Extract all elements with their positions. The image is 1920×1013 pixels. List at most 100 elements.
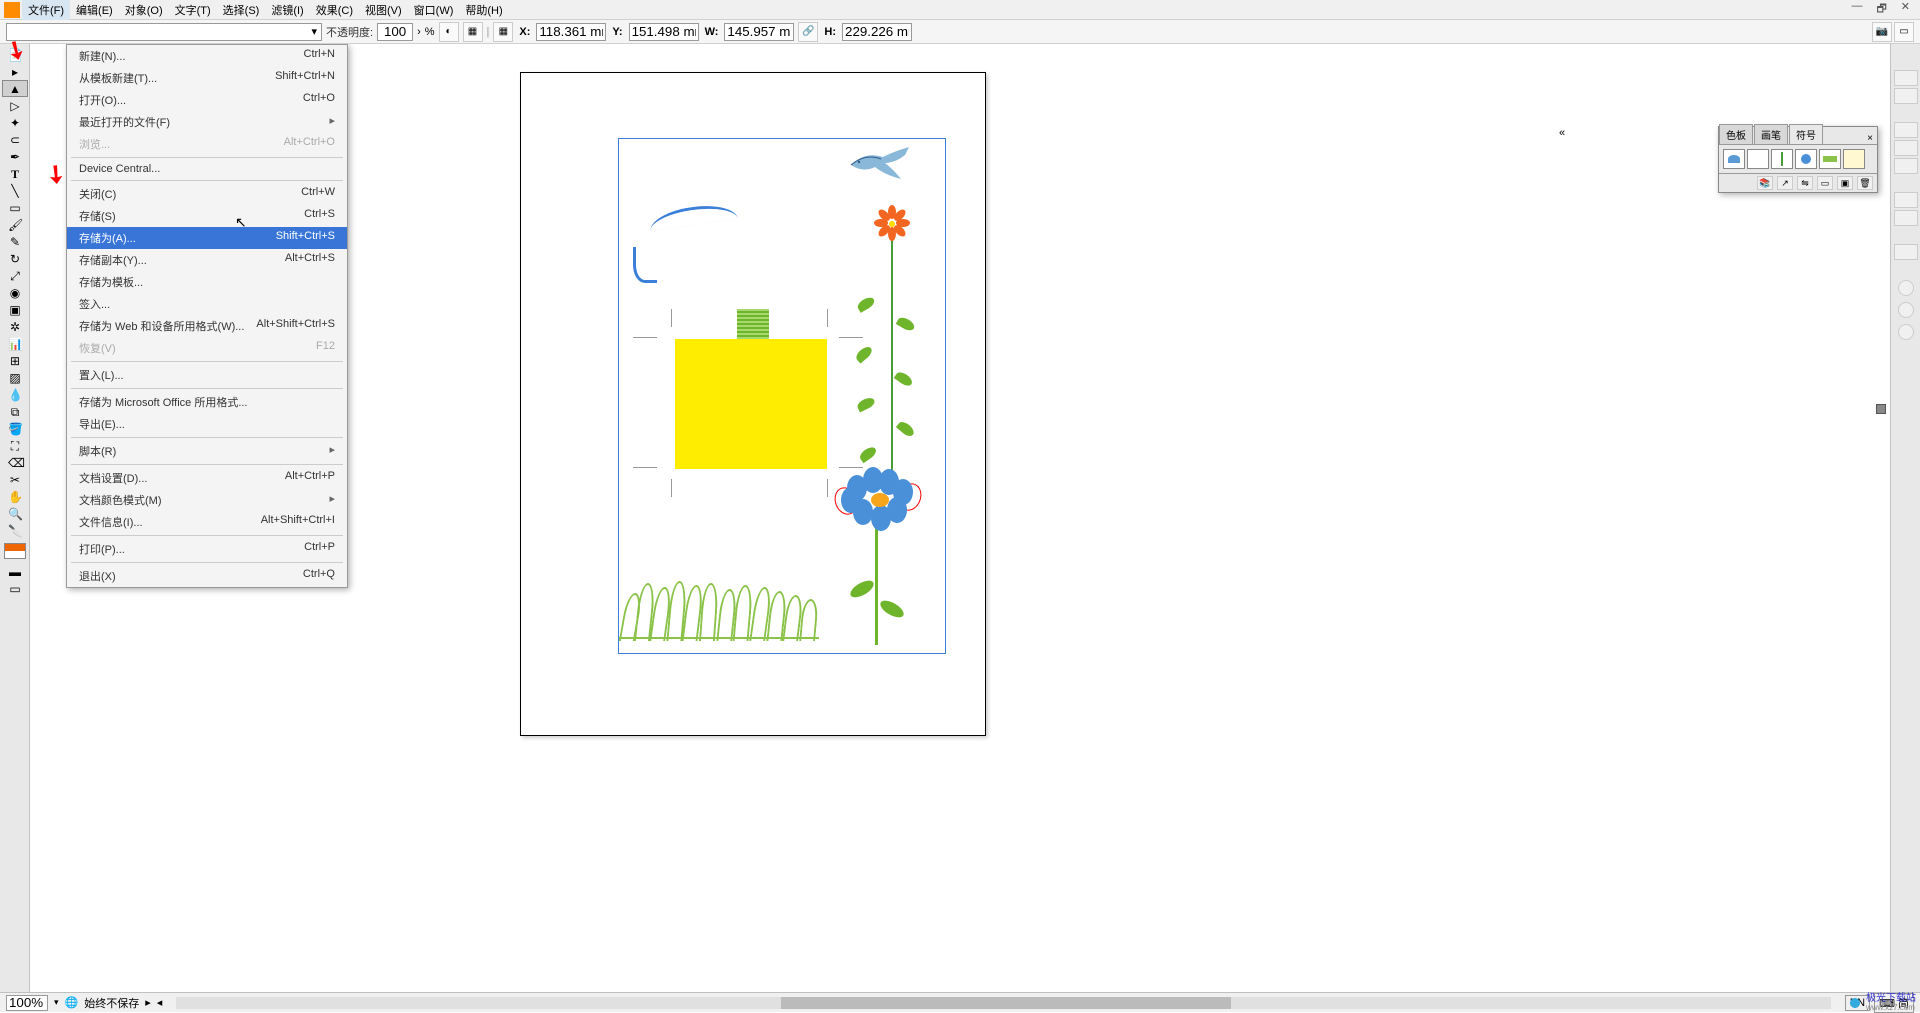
direct-select-tool[interactable]: ▷ — [2, 97, 28, 114]
gradient-tool[interactable]: ▨ — [2, 369, 28, 386]
reference-point-button[interactable]: ▦ — [493, 22, 513, 42]
menu-window[interactable]: 窗口(W) — [408, 0, 460, 20]
panel-icon-appearance[interactable] — [1894, 192, 1918, 208]
panel-icon-color[interactable] — [1894, 70, 1918, 86]
menu-item-13[interactable]: 签入... — [67, 293, 347, 315]
menu-item-3[interactable]: 最近打开的文件(F)▸ — [67, 111, 347, 133]
scale-tool[interactable]: ⤢ — [2, 267, 28, 284]
tab-swatches[interactable]: 色板 — [1719, 124, 1753, 144]
w-input[interactable] — [724, 23, 794, 41]
symbol-thumb-2[interactable] — [1747, 149, 1769, 169]
eraser-tool[interactable]: ⌫ — [2, 454, 28, 471]
type-tool[interactable]: T — [2, 165, 28, 182]
warp-tool[interactable]: ◉ — [2, 284, 28, 301]
h-input[interactable] — [842, 23, 912, 41]
selection-tool[interactable]: ▲ — [2, 80, 28, 97]
doc-icon[interactable]: 📄 — [2, 46, 28, 63]
menu-type[interactable]: 文字(T) — [169, 0, 217, 20]
slice-tool[interactable]: 🔪 — [2, 522, 28, 539]
blend-tool[interactable]: ⧉ — [2, 403, 28, 420]
menu-item-28[interactable]: 打印(P)...Ctrl+P — [67, 538, 347, 560]
symbol-thumb-1[interactable] — [1723, 149, 1745, 169]
line-tool[interactable]: ╲ — [2, 182, 28, 199]
menu-item-10[interactable]: 存储为(A)...Shift+Ctrl+S — [67, 227, 347, 249]
options-button[interactable]: ▭ — [1817, 176, 1833, 190]
menu-item-0[interactable]: 新建(N)...Ctrl+N — [67, 45, 347, 67]
menu-item-14[interactable]: 存储为 Web 和设备所用格式(W)...Alt+Shift+Ctrl+S — [67, 315, 347, 337]
menu-edit[interactable]: 编辑(E) — [70, 0, 119, 20]
go-bridge-button[interactable]: 📷 — [1872, 22, 1892, 42]
panel-icon-guide[interactable] — [1894, 88, 1918, 104]
menu-item-22[interactable]: 脚本(R)▸ — [67, 440, 347, 462]
delete-button[interactable]: 🗑 — [1857, 176, 1873, 190]
place-button[interactable]: ↗ — [1777, 176, 1793, 190]
hand-tool[interactable]: ✋ — [2, 488, 28, 505]
symbol-thumb-3[interactable] — [1771, 149, 1793, 169]
brush-tool[interactable]: 🖌 — [2, 216, 28, 233]
scroll-left-icon[interactable]: ◂ — [157, 996, 163, 1009]
zoom-dropdown-icon[interactable]: ▾ — [54, 997, 59, 1008]
tab-symbols[interactable]: 符号 — [1789, 124, 1823, 144]
screen-mode-icon[interactable]: ▭ — [2, 580, 28, 597]
scroll-handle[interactable] — [1876, 404, 1886, 414]
y-input[interactable] — [629, 23, 699, 41]
menu-item-12[interactable]: 存储为模板... — [67, 271, 347, 293]
panel-icon-transparency[interactable] — [1894, 158, 1918, 174]
menu-item-17[interactable]: 置入(L)... — [67, 364, 347, 386]
menu-item-24[interactable]: 文档设置(D)...Alt+Ctrl+P — [67, 467, 347, 489]
menu-effect[interactable]: 效果(C) — [310, 0, 359, 20]
recolor-button[interactable]: ◐ — [439, 22, 459, 42]
symbol-tool[interactable]: ✲ — [2, 318, 28, 335]
menu-item-9[interactable]: 存储(S)Ctrl+S — [67, 205, 347, 227]
scissors-tool[interactable]: ✂ — [2, 471, 28, 488]
graph-tool[interactable]: 📊 — [2, 335, 28, 352]
panel-close-icon[interactable]: × — [1863, 133, 1877, 144]
doc-status-arrow[interactable]: ▸ — [145, 996, 151, 1009]
menu-item-19[interactable]: 存储为 Microsoft Office 所用格式... — [67, 391, 347, 413]
menu-view[interactable]: 视图(V) — [359, 0, 408, 20]
panel-icon-circle2[interactable] — [1898, 302, 1914, 318]
wand-tool[interactable]: ✦ — [2, 114, 28, 131]
panel-icon-circle3[interactable] — [1898, 324, 1914, 340]
menu-file[interactable]: 文件(F) — [22, 0, 70, 20]
symbol-thumb-5[interactable] — [1819, 149, 1841, 169]
opacity-arrow[interactable]: › — [417, 26, 421, 38]
mesh-tool[interactable]: ⊞ — [2, 352, 28, 369]
rectangle-tool[interactable]: ▭ — [2, 199, 28, 216]
library-button[interactable]: 📚 — [1757, 176, 1773, 190]
menu-filter[interactable]: 滤镜(I) — [265, 0, 309, 20]
menu-item-6[interactable]: Device Central... — [67, 160, 347, 178]
selection-box[interactable] — [618, 138, 946, 654]
fill-stroke-swatch[interactable] — [2, 539, 28, 563]
transform-button[interactable]: ▦ — [463, 22, 483, 42]
menu-item-2[interactable]: 打开(O)...Ctrl+O — [67, 89, 347, 111]
h-scrollbar[interactable] — [176, 997, 1830, 1009]
arrow-collapse-icon[interactable]: ▸ — [2, 63, 28, 80]
color-mode-icon[interactable]: ▬ — [2, 563, 28, 580]
menu-item-11[interactable]: 存储副本(Y)...Alt+Ctrl+S — [67, 249, 347, 271]
globe-icon[interactable]: 🌐 — [65, 996, 79, 1009]
crop-tool[interactable]: ⛶ — [2, 437, 28, 454]
zoom-input[interactable] — [6, 995, 48, 1011]
window-minimize[interactable]: — — [1845, 0, 1868, 19]
livepaint-tool[interactable]: 🪣 — [2, 420, 28, 437]
panel-icon-styles[interactable] — [1894, 210, 1918, 226]
break-link-button[interactable]: ⇋ — [1797, 176, 1813, 190]
symbol-thumb-4[interactable] — [1795, 149, 1817, 169]
canvas[interactable]: ▴ ➚ ↖ 新建(N)...Ctrl+N从模板新建(T)...Shift+Ctr… — [30, 44, 1920, 992]
menu-item-26[interactable]: 文件信息(I)...Alt+Shift+Ctrl+I — [67, 511, 347, 533]
window-close[interactable]: ✕ — [1895, 0, 1916, 19]
menu-help[interactable]: 帮助(H) — [459, 0, 508, 20]
menu-item-20[interactable]: 导出(E)... — [67, 413, 347, 435]
zoom-tool[interactable]: 🔍 — [2, 505, 28, 522]
symbol-thumb-6[interactable] — [1843, 149, 1865, 169]
panel-icon-layers[interactable] — [1894, 244, 1918, 260]
pencil-tool[interactable]: ✎ — [2, 233, 28, 250]
menu-item-8[interactable]: 关闭(C)Ctrl+W — [67, 183, 347, 205]
lasso-tool[interactable]: ⊂ — [2, 131, 28, 148]
menu-item-30[interactable]: 退出(X)Ctrl+Q — [67, 565, 347, 587]
opacity-input[interactable] — [377, 23, 413, 41]
arrange-button[interactable]: ▭ — [1894, 22, 1914, 42]
rotate-tool[interactable]: ↻ — [2, 250, 28, 267]
menu-item-25[interactable]: 文档颜色模式(M)▸ — [67, 489, 347, 511]
